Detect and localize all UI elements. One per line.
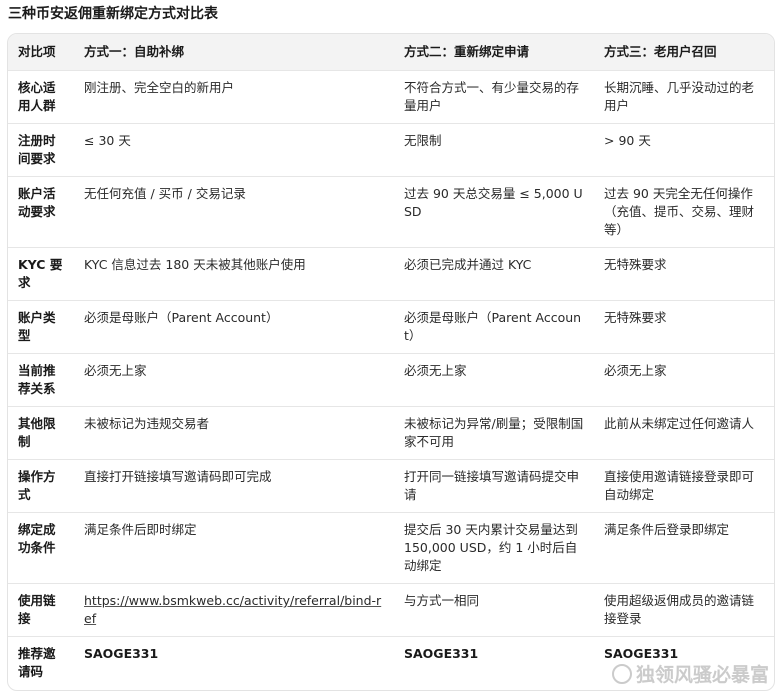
table-row: 核心适用人群 刚注册、完全空白的新用户 不符合方式一、有少量交易的存量用户 长期… <box>8 70 774 124</box>
header-cell-method-2: 方式二：重新绑定申请 <box>394 34 594 71</box>
table-cell: 使用超级返佣成员的邀请链接登录 <box>594 583 774 637</box>
table-cell: 过去 90 天完全无任何操作（充值、提币、交易、理财等） <box>594 176 774 248</box>
weibo-style-icon <box>611 663 632 684</box>
table-cell: 必须无上家 <box>74 353 394 407</box>
table-cell: 过去 90 天总交易量 ≤ 5,000 USD <box>394 176 594 248</box>
table-cell: 必须已完成并通过 KYC <box>394 247 594 301</box>
header-cell-item: 对比项 <box>8 34 74 71</box>
row-label: 注册时间要求 <box>8 123 74 177</box>
header-cell-method-3: 方式三：老用户召回 <box>594 34 774 71</box>
table-cell: https://www.bsmkweb.cc/activity/referral… <box>74 583 394 637</box>
table-cell: 直接使用邀请链接登录即可自动绑定 <box>594 459 774 513</box>
referral-code: SAOGE331 <box>394 636 594 690</box>
table-row: 其他限制 未被标记为违规交易者 未被标记为异常/刷量；受限制国家不可用 此前从未… <box>8 406 774 460</box>
table-cell: 打开同一链接填写邀请码提交申请 <box>394 459 594 513</box>
table-row: 当前推荐关系 必须无上家 必须无上家 必须无上家 <box>8 353 774 407</box>
table-cell: 此前从未绑定过任何邀请人 <box>594 406 774 460</box>
table-row: 使用链接 https://www.bsmkweb.cc/activity/ref… <box>8 583 774 637</box>
table-cell: 刚注册、完全空白的新用户 <box>74 70 394 124</box>
table-cell: 必须无上家 <box>594 353 774 407</box>
table-cell: 满足条件后即时绑定 <box>74 512 394 584</box>
table-cell: 无任何充值 / 买币 / 交易记录 <box>74 176 394 248</box>
page-title: 三种币安返佣重新绑定方式对比表 <box>8 6 218 22</box>
table-row: 操作方式 直接打开链接填写邀请码即可完成 打开同一链接填写邀请码提交申请 直接使… <box>8 459 774 513</box>
table-row: 账户类型 必须是母账户（Parent Account） 必须是母账户（Paren… <box>8 300 774 354</box>
page: 三种币安返佣重新绑定方式对比表 对比项 方式一：自助补绑 方式二：重新绑定申请 … <box>0 0 777 693</box>
referral-bind-link[interactable]: https://www.bsmkweb.cc/activity/referral… <box>84 593 381 626</box>
table-cell: > 90 天 <box>594 123 774 177</box>
table-row: 账户活动要求 无任何充值 / 买币 / 交易记录 过去 90 天总交易量 ≤ 5… <box>8 176 774 248</box>
table-row: 注册时间要求 ≤ 30 天 无限制 > 90 天 <box>8 123 774 177</box>
table-cell: 未被标记为违规交易者 <box>74 406 394 460</box>
table-cell: KYC 信息过去 180 天未被其他账户使用 <box>74 247 394 301</box>
table-cell: 未被标记为异常/刷量；受限制国家不可用 <box>394 406 594 460</box>
table-cell: 与方式一相同 <box>394 583 594 637</box>
table-cell: 满足条件后登录即绑定 <box>594 512 774 584</box>
table-cell: 必须是母账户（Parent Account） <box>74 300 394 354</box>
row-label: 其他限制 <box>8 406 74 460</box>
table-cell: 无限制 <box>394 123 594 177</box>
row-label: 账户类型 <box>8 300 74 354</box>
comparison-table-container: 对比项 方式一：自助补绑 方式二：重新绑定申请 方式三：老用户召回 核心适用人群… <box>7 33 775 691</box>
row-label: 绑定成功条件 <box>8 512 74 584</box>
table-cell: 无特殊要求 <box>594 300 774 354</box>
comparison-table: 对比项 方式一：自助补绑 方式二：重新绑定申请 方式三：老用户召回 核心适用人群… <box>8 34 774 690</box>
header-cell-method-1: 方式一：自助补绑 <box>74 34 394 71</box>
table-cell: 必须无上家 <box>394 353 594 407</box>
referral-code: SAOGE331 <box>74 636 394 690</box>
table-row: KYC 要求 KYC 信息过去 180 天未被其他账户使用 必须已完成并通过 K… <box>8 247 774 301</box>
row-label: 推荐邀请码 <box>8 636 74 690</box>
watermark-text: 独领风骚必暴富 <box>635 664 769 686</box>
row-label: 账户活动要求 <box>8 176 74 248</box>
table-cell: 提交后 30 天内累计交易量达到 150,000 USD，约 1 小时后自动绑定 <box>394 512 594 584</box>
watermark: 独领风骚必暴富 <box>611 660 769 687</box>
row-label: KYC 要求 <box>8 247 74 301</box>
table-cell: 必须是母账户（Parent Account） <box>394 300 594 354</box>
table-cell: 不符合方式一、有少量交易的存量用户 <box>394 70 594 124</box>
row-label: 核心适用人群 <box>8 70 74 124</box>
table-cell: 无特殊要求 <box>594 247 774 301</box>
table-header-row: 对比项 方式一：自助补绑 方式二：重新绑定申请 方式三：老用户召回 <box>8 34 774 71</box>
row-label: 操作方式 <box>8 459 74 513</box>
row-label: 使用链接 <box>8 583 74 637</box>
table-cell: 直接打开链接填写邀请码即可完成 <box>74 459 394 513</box>
table-cell: ≤ 30 天 <box>74 123 394 177</box>
table-cell: 长期沉睡、几乎没动过的老用户 <box>594 70 774 124</box>
table-row: 绑定成功条件 满足条件后即时绑定 提交后 30 天内累计交易量达到 150,00… <box>8 512 774 584</box>
row-label: 当前推荐关系 <box>8 353 74 407</box>
